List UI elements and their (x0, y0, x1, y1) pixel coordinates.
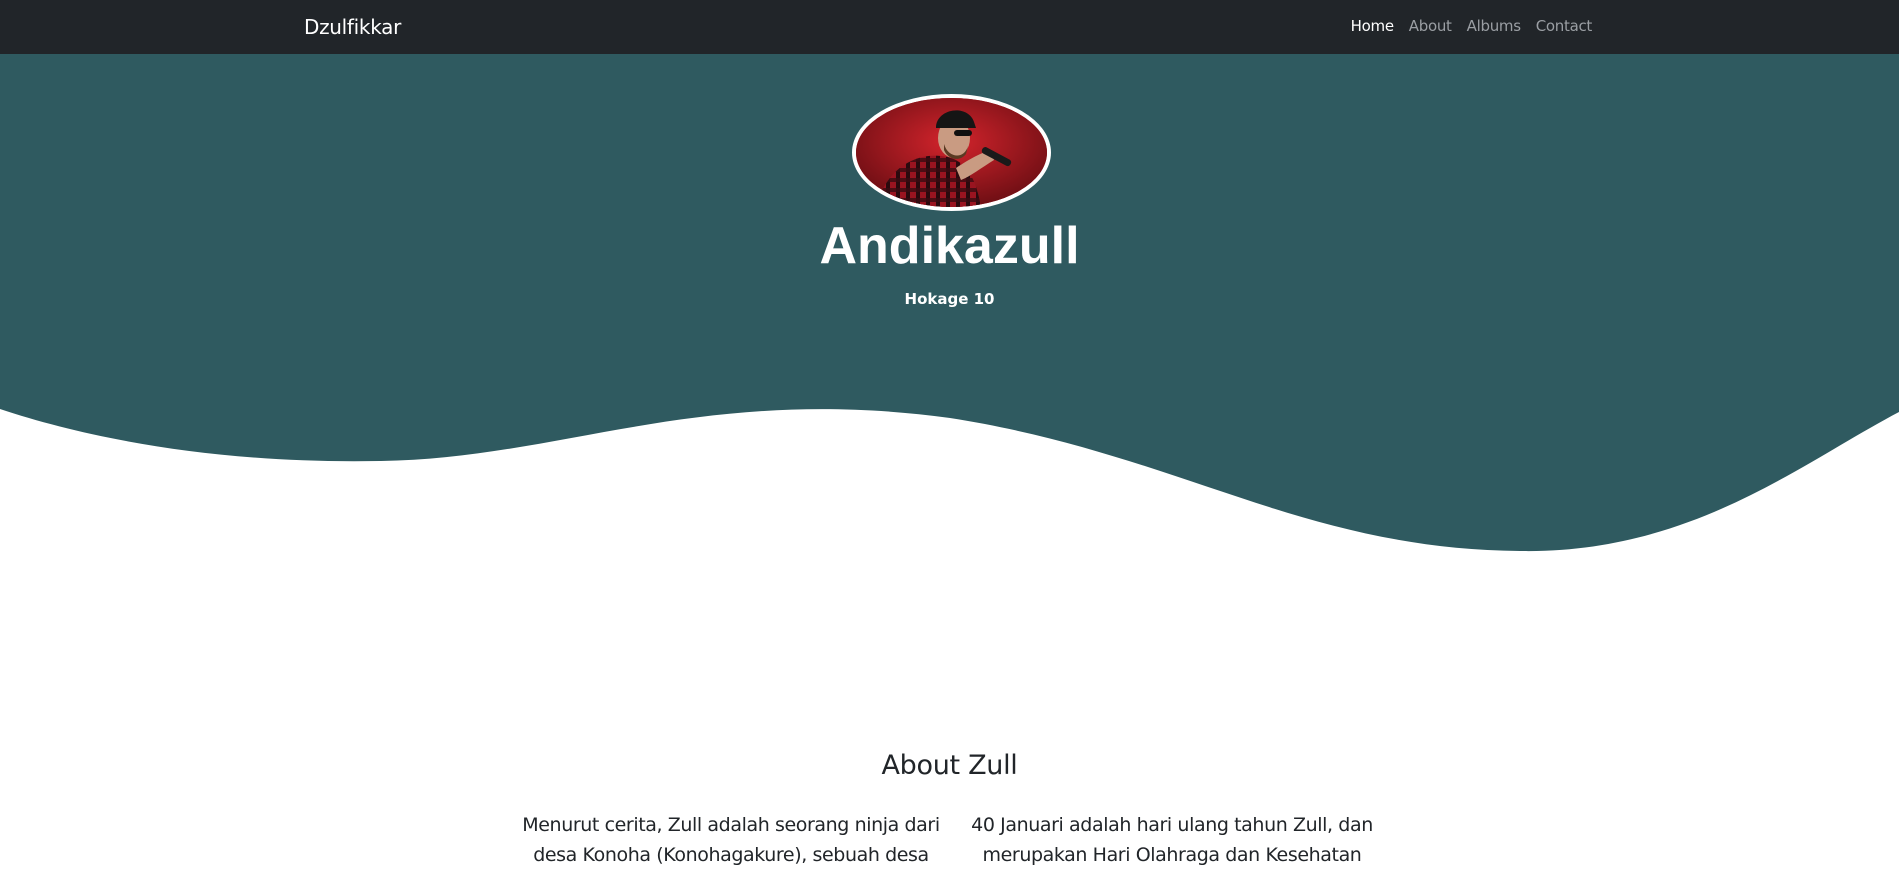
navbar: Dzulfikkar Home About Albums Contact (0, 0, 1899, 54)
navbar-brand[interactable]: Dzulfikkar (304, 13, 401, 41)
about-title: About Zull (881, 750, 1018, 781)
nav-link-about[interactable]: About (1409, 16, 1452, 36)
about-text-right: 40 Januari adalah hari ulang tahun Zull,… (971, 814, 1373, 866)
avatar-photo (856, 98, 1047, 207)
nav-links: Home About Albums Contact (1351, 16, 1593, 36)
nav-link-albums[interactable]: Albums (1467, 16, 1521, 36)
hero-subtitle: Hokage 10 (904, 290, 995, 308)
nav-link-home[interactable]: Home (1351, 16, 1394, 36)
nav-link-contact[interactable]: Contact (1536, 16, 1593, 36)
avatar (852, 94, 1051, 211)
about-text-left: Menurut cerita, Zull adalah seorang ninj… (522, 814, 940, 866)
hero-title: Andikazull (819, 217, 1080, 275)
